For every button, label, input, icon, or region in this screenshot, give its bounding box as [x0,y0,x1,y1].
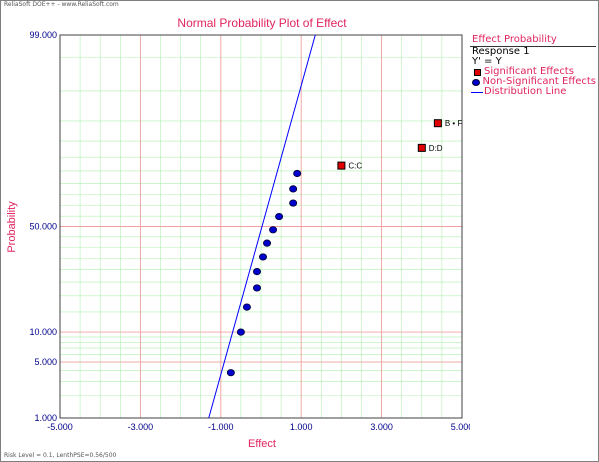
significant-marker-icon [470,68,484,76]
non-significant-effect-point [293,169,302,178]
point-label: D:D [429,144,443,153]
x-tick-label: -1.000 [208,422,234,432]
non-significant-effect-point [236,328,245,336]
y-axis-label: Probability [6,201,18,253]
y-tick-label: 1.000 [34,413,57,423]
x-tick-labels: -5.000 -3.000 -1.000 1.000 3.000 5.000 [47,422,470,432]
y-tick-label: 10.000 [29,327,57,337]
significant-effect-point [417,143,426,152]
legend-item-distribution-line: Distribution Line [470,87,596,97]
non-significant-marker-icon [470,78,483,86]
non-significant-effect-point [269,226,278,234]
chart-title: Normal Probability Plot of Effect [177,16,347,30]
non-significant-effect-point [259,253,268,261]
non-significant-effect-point [242,303,251,311]
x-axis-label: Effect [248,438,276,450]
non-significant-effect-point [289,185,298,193]
x-tick-label: 3.000 [370,422,393,432]
legend-label-distribution-line: Distribution Line [484,86,567,97]
y-tick-label: 5.000 [34,357,57,367]
non-significant-effect-point [263,239,272,247]
legend: Effect Probability Response 1 Y' = Y Sig… [470,34,596,97]
non-significant-effect-point [252,284,261,292]
point-label: B • F [445,119,463,128]
non-significant-effect-point [226,369,235,377]
x-tick-label: -3.000 [128,422,154,432]
non-significant-effect-point [275,212,284,221]
x-tick-label: -5.000 [47,422,73,432]
point-label: C:C [348,162,362,171]
non-significant-effect-point [252,268,261,276]
y-tick-label: 99.000 [29,30,57,40]
x-tick-label: 5.000 [451,422,470,432]
significant-effect-point [433,119,442,128]
y-tick-labels: 1.000 5.000 10.000 50.000 99.000 [29,30,57,423]
probability-plot: Normal Probability Plot of Effect Effect… [6,16,470,450]
significant-effect-point [337,161,346,170]
x-tick-label: 1.000 [290,422,313,432]
y-tick-label: 50.000 [29,222,57,232]
non-significant-effect-point [289,199,298,207]
distribution-line-icon [470,91,484,93]
